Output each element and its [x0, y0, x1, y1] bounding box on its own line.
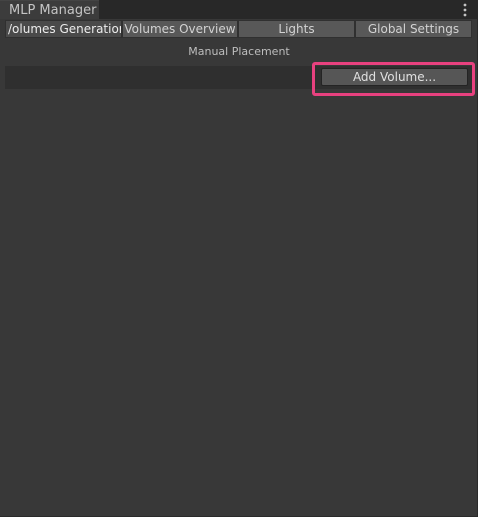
kebab-menu-icon[interactable]	[460, 1, 470, 17]
window-title: MLP Manager	[9, 3, 97, 18]
tab-lights[interactable]: Lights	[238, 20, 355, 38]
tab-global-settings[interactable]: Global Settings	[355, 20, 472, 38]
mlp-manager-window: MLP Manager /olumes Generatior Volumes O…	[0, 0, 478, 517]
tab-bar: /olumes Generatior Volumes Overview Ligh…	[5, 20, 472, 38]
tab-volumes-generation[interactable]: /olumes Generatior	[5, 20, 122, 38]
window-tab[interactable]: MLP Manager	[0, 0, 99, 19]
tab-volumes-overview[interactable]: Volumes Overview	[122, 20, 238, 38]
window-titlebar: MLP Manager	[0, 0, 478, 19]
add-volume-button[interactable]: Add Volume...	[321, 68, 468, 86]
manual-placement-heading: Manual Placement	[188, 45, 290, 58]
